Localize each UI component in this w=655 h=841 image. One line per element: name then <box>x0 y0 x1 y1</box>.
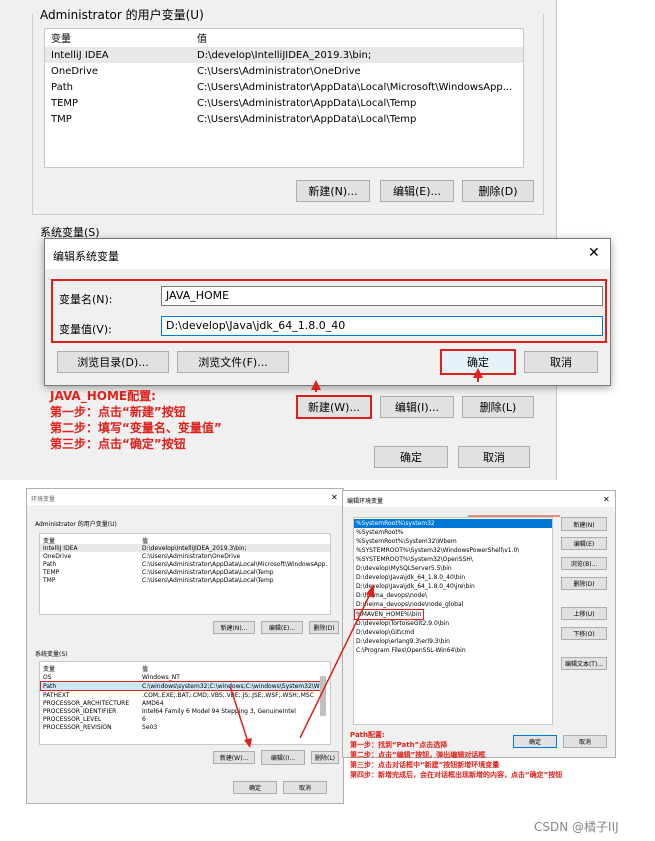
java-note-step3: 第三步：点击“确定”按钮 <box>50 437 186 451</box>
bl-cancel-button[interactable]: 取消 <box>283 781 327 794</box>
java-note-step2: 第二步：填写“变量名、变量值” <box>50 421 222 435</box>
java-home-note: JAVA_HOME配置: 第一步：点击“新建”按钮 第二步：填写“变量名、变量值… <box>50 388 222 452</box>
java-note-step1: 第一步：点击“新建”按钮 <box>50 405 186 419</box>
arrow-annotations-bottom <box>229 515 560 748</box>
csdn-watermark: CSDN @橘子IIJ <box>534 820 619 834</box>
java-note-title: JAVA_HOME配置: <box>50 389 156 403</box>
bl-ok-button[interactable]: 确定 <box>233 781 277 794</box>
